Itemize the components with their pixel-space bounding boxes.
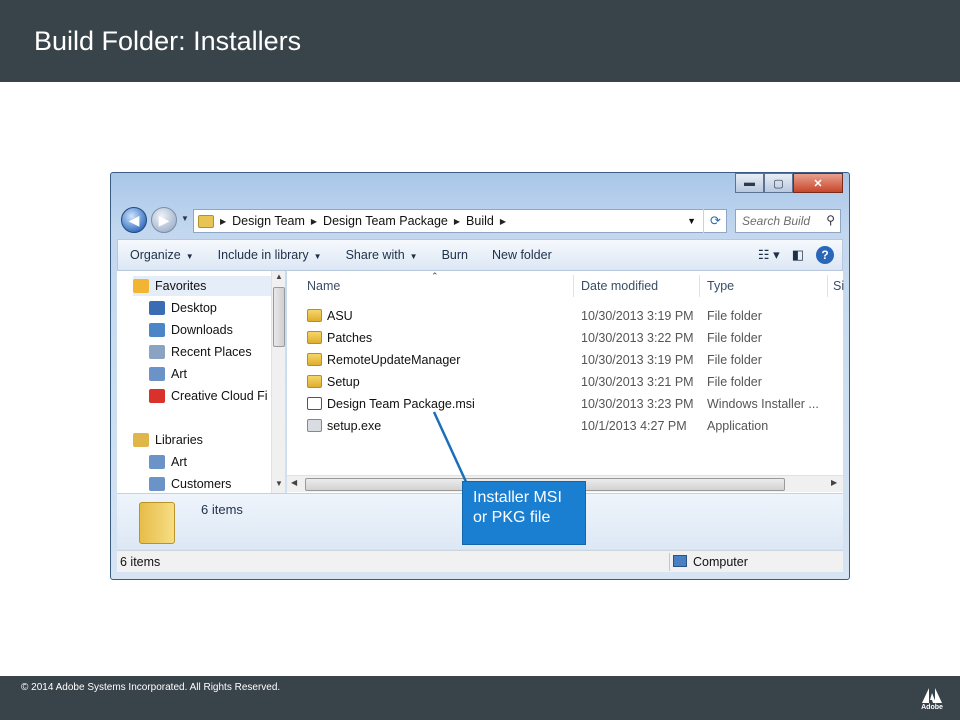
adobe-logo-word: Adobe [921, 704, 943, 711]
callout-box: Installer MSI or PKG file [462, 481, 586, 545]
adobe-logo: Adobe [920, 687, 944, 714]
footer: © 2014 Adobe Systems Incorporated. All R… [0, 676, 960, 720]
callout-line [432, 411, 469, 485]
slide: Build Folder: Installers ▬ ▢ ✕ ◀ ▶ ▼ ▶ D… [0, 0, 960, 720]
adobe-logo-icon [922, 688, 942, 703]
copyright-text: © 2014 Adobe Systems Incorporated. All R… [21, 682, 281, 693]
callout-pointer [432, 411, 469, 485]
